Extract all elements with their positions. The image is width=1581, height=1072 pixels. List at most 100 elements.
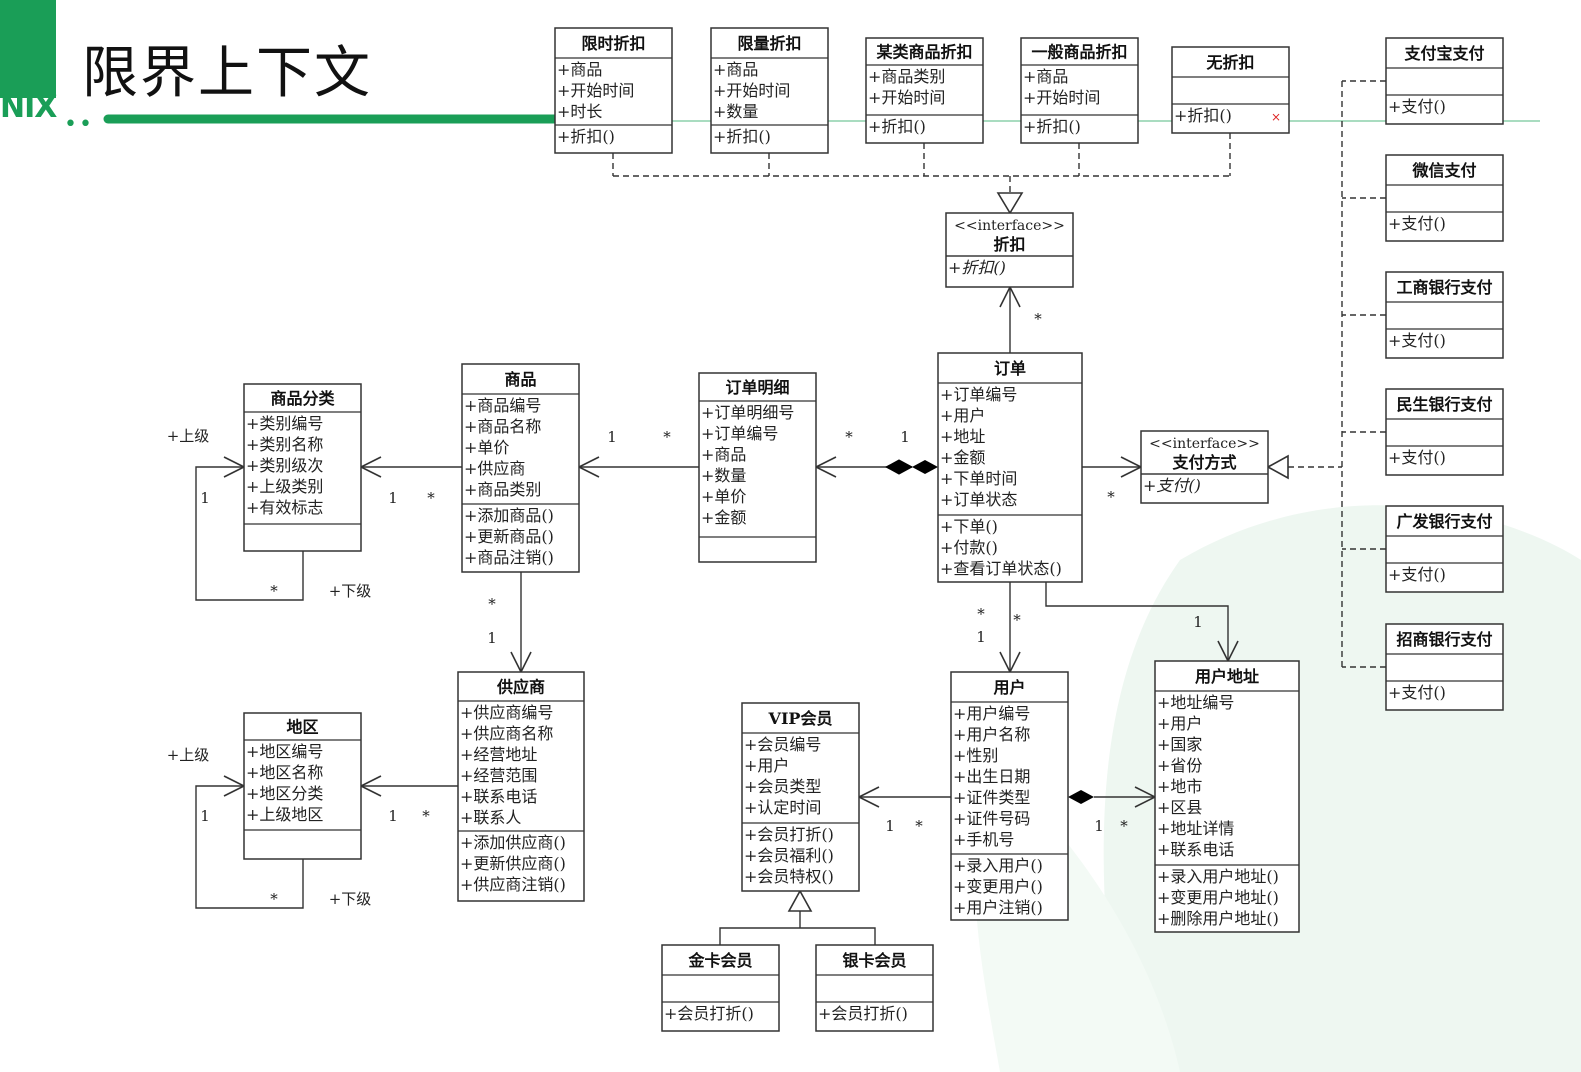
mult-product-detail: 1	[607, 428, 617, 446]
class-attribute: +会员编号	[744, 735, 821, 754]
class-name: 商品	[504, 370, 536, 389]
class-name: 无折扣	[1205, 53, 1254, 72]
mult-category-child: *	[270, 582, 278, 600]
class-attribute: +数量	[713, 102, 758, 121]
class-silverCard: 银卡会员 +会员打折()	[815, 944, 934, 1032]
class-attribute: +出生日期	[953, 767, 1030, 786]
class-operation: +查看订单状态()	[940, 559, 1062, 578]
class-icbc: 工商银行支付 +支付()	[1385, 271, 1504, 359]
mult-supplier-region: *	[422, 807, 430, 825]
class-attribute: +联系电话	[460, 787, 537, 806]
class-operation: +折扣()	[557, 127, 615, 146]
mult-order-user-b: 1	[976, 628, 986, 646]
class-operation: +折扣()	[1023, 117, 1081, 136]
mult-region-child: *	[270, 890, 278, 908]
class-operation: +更新商品()	[464, 527, 554, 546]
class-attribute: +下单时间	[940, 469, 1017, 488]
class-cmbc: 民生银行支付 +支付()	[1385, 388, 1504, 476]
class-name: 订单明细	[725, 378, 789, 397]
class-operation: +支付()	[1388, 565, 1446, 584]
mult-address-user: *	[1120, 817, 1128, 835]
mult-category-product: 1	[388, 489, 398, 507]
class-supplier: 供应商 +供应商编号 +供应商名称 +经营地址 +经营范围 +联系电话 +联系人 +添加供应商…	[457, 671, 585, 902]
class-operation: +折扣()	[868, 117, 926, 136]
class-attribute: +开始时间	[713, 81, 790, 100]
class-name: 限量折扣	[737, 34, 801, 53]
class-operation: +添加供应商()	[460, 833, 566, 852]
class-attribute: +经营地址	[460, 745, 537, 764]
class-attribute: +上级类别	[246, 477, 323, 496]
class-attribute: +手机号	[953, 830, 1014, 849]
class-attribute: +金额	[701, 508, 746, 527]
class-operation: +录入用户()	[953, 856, 1043, 875]
mult-order-address: 1	[1193, 613, 1203, 631]
class-discountInterface: <<interface>>折扣 +折扣()	[945, 212, 1074, 288]
class-attribute: +地区分类	[246, 784, 323, 803]
class-operation: +会员打折()	[818, 1004, 908, 1023]
class-wechat: 微信支付 +支付()	[1385, 154, 1504, 242]
class-cgb: 广发银行支付 +支付()	[1385, 505, 1504, 593]
class-operation: +录入用户地址()	[1157, 867, 1279, 886]
class-operation: +折扣()	[1174, 106, 1232, 125]
class-operation: +会员福利()	[744, 846, 834, 865]
class-attribute: +供应商编号	[460, 703, 553, 722]
mult-detail-product: *	[663, 428, 671, 446]
class-attribute: +国家	[1157, 735, 1202, 754]
class-operation: +供应商注销()	[460, 875, 566, 894]
class-operation: +付款()	[940, 538, 998, 557]
mult-region-supplier: 1	[388, 807, 398, 825]
class-operation: +支付()	[1388, 214, 1446, 233]
class-operation: +变更用户()	[953, 877, 1043, 896]
class-user: 用户 +用户编号 +用户名称 +性别 +出生日期 +证件类型 +证件号码 +手机号 +录入用户(…	[950, 671, 1069, 921]
class-operation: +更新供应商()	[460, 854, 566, 873]
realization-arrowhead-discount	[996, 192, 1024, 215]
class-operation: +支付()	[1388, 331, 1446, 350]
class-attribute: +商品	[1023, 67, 1068, 86]
class-operation: +支付()	[1388, 97, 1446, 116]
class-operation: +删除用户地址()	[1157, 909, 1279, 928]
class-name: 银卡会员	[842, 951, 906, 970]
realization-arrowhead-payment	[1266, 454, 1289, 480]
class-attribute: +商品	[557, 60, 602, 79]
class-attribute: +地区名称	[246, 763, 323, 782]
class-cmb: 招商银行支付 +支付()	[1385, 623, 1504, 711]
class-attribute: +联系电话	[1157, 840, 1234, 859]
class-attribute: +联系人	[460, 808, 521, 827]
class-attribute: +类别名称	[246, 435, 323, 454]
class-name: 民生银行支付	[1396, 395, 1492, 414]
class-attribute: +性别	[953, 746, 998, 765]
class-operation: +用户注销()	[953, 898, 1043, 917]
role-category-parent: +上级	[167, 427, 210, 445]
mult-user-vip: 1	[885, 817, 895, 835]
class-operation: +变更用户地址()	[1157, 888, 1279, 907]
mult-detail-order: *	[845, 428, 853, 446]
class-attribute: +用户	[940, 406, 985, 425]
composition-diamond-order	[884, 459, 914, 475]
class-name: 供应商	[496, 678, 545, 697]
mult-order-payment: *	[1107, 488, 1115, 506]
class-name: 金卡会员	[687, 951, 752, 970]
class-attribute: +证件号码	[953, 809, 1030, 828]
class-order: 订单 +订单编号 +用户 +地址 +金额 +下单时间 +订单状态 +下单() +付款() +查看订…	[937, 352, 1083, 583]
class-attribute: +订单明细号	[701, 403, 794, 422]
class-attribute: +商品类别	[868, 67, 945, 86]
class-vip: VIP会员 +会员编号 +用户 +会员类型 +认定时间 +会员打折() +会员福利() +会员…	[741, 702, 860, 892]
class-region: 地区 +地区编号 +地区名称 +地区分类 +上级地区	[243, 712, 362, 860]
class-name: 某类商品折扣	[875, 43, 972, 62]
class-category: 商品分类 +类别编号 +类别名称 +类别级次 +上级类别 +有效标志	[243, 383, 362, 552]
class-attribute: +证件类型	[953, 788, 1030, 807]
class-address: 用户地址 +地址编号 +用户 +国家 +省份 +地市 +区县 +地址详情 +联系电话 +录入用户地…	[1154, 660, 1300, 933]
mult-product-supplier: *	[488, 595, 496, 613]
class-attribute: +订单编号	[701, 424, 778, 443]
class-operation: +折扣()	[713, 127, 771, 146]
class-operation: +会员打折()	[664, 1004, 754, 1023]
uml-diagram: 限时折扣 +商品 +开始时间 +时长 +折扣() 限量折扣 +商品 +开始时间 +数量 +折扣()…	[103, 27, 1581, 1072]
class-paymentInterface: <<interface>>支付方式 +支付()	[1140, 430, 1269, 504]
mult-category-parent: 1	[200, 489, 210, 507]
class-stereotype: <<interface>>	[1149, 436, 1260, 452]
class-attribute: +地址编号	[1157, 693, 1234, 712]
class-generalDiscount: 一般商品折扣 +商品 +开始时间 +折扣()	[1020, 37, 1139, 144]
class-alipay: 支付宝支付 +支付()	[1385, 37, 1504, 125]
class-stereotype: <<interface>>	[954, 218, 1065, 234]
class-name: 地区	[286, 718, 318, 737]
